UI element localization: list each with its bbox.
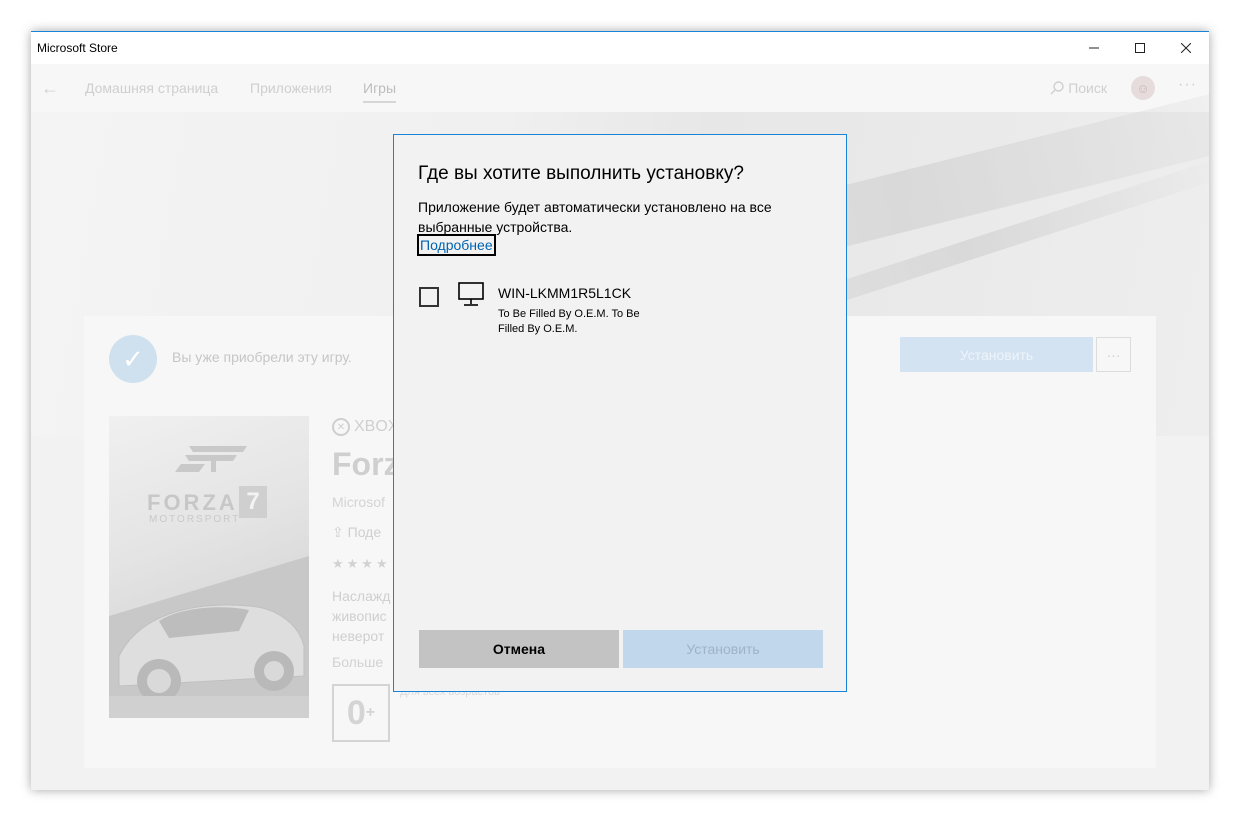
title-bar: Microsoft Store	[31, 32, 1209, 64]
cover-number: 7	[239, 486, 267, 518]
dialog-title: Где вы хотите выполнить установку?	[418, 163, 744, 184]
close-button[interactable]	[1163, 32, 1209, 64]
car-illustration-icon	[109, 556, 309, 718]
install-button[interactable]: Установить	[623, 630, 823, 668]
learn-more-link[interactable]: Подробнее	[417, 234, 496, 256]
description-line: живопис	[332, 608, 387, 624]
product-description: Наслажд живопис неверот	[332, 586, 390, 646]
tab-games[interactable]: Игры	[363, 80, 397, 103]
tab-home[interactable]: Домашняя страница	[85, 80, 218, 96]
device-name: WIN-LKMM1R5L1CK	[498, 285, 632, 301]
nav-bar: ← Домашняя страница Приложения Игры Поис…	[31, 64, 1209, 112]
xbox-badge: ✕ XBOX	[332, 418, 398, 436]
xbox-icon: ✕	[332, 418, 350, 436]
minimize-icon	[1089, 47, 1099, 49]
share-label: Поде	[347, 524, 382, 540]
description-line: Наслажд	[332, 588, 391, 604]
forza-logo-icon	[175, 446, 247, 472]
more-link[interactable]: Больше	[332, 654, 383, 670]
age-rating-plus: +	[365, 704, 376, 721]
product-cover-image: FORZA 7 MOTORSPORT	[109, 416, 309, 718]
device-checkbox[interactable]	[419, 287, 439, 307]
owned-text: Вы уже приобрели эту игру.	[172, 349, 352, 365]
avatar[interactable]: ☺	[1131, 76, 1155, 100]
cover-forza-text: FORZA	[147, 490, 238, 515]
dialog-description: Приложение будет автоматически установле…	[418, 199, 772, 235]
product-title: Forz	[332, 446, 400, 482]
checkmark-icon: ✓	[109, 335, 157, 383]
more-options-icon[interactable]: ···	[1178, 76, 1197, 94]
cancel-button[interactable]: Отмена	[419, 630, 619, 668]
rating-stars-icon: ★★★★	[332, 556, 391, 571]
desktop-pc-icon	[458, 282, 484, 306]
search-icon	[1050, 81, 1065, 95]
background-install-button[interactable]: Установить	[900, 337, 1093, 372]
minimize-button[interactable]	[1071, 32, 1117, 64]
product-publisher[interactable]: Microsof	[332, 494, 385, 510]
age-rating-badge: 0 +	[332, 684, 390, 742]
back-arrow-icon[interactable]: ←	[41, 78, 59, 99]
xbox-label: XBOX	[354, 418, 399, 435]
search-label: Поиск	[1068, 80, 1107, 96]
close-icon	[1181, 43, 1191, 53]
maximize-icon	[1135, 43, 1145, 53]
share-icon: ⇪	[332, 524, 344, 540]
background-more-button[interactable]: ···	[1096, 337, 1131, 372]
search-button[interactable]: Поиск	[1050, 80, 1107, 96]
share-button[interactable]: ⇪ Поде	[332, 524, 381, 541]
maximize-button[interactable]	[1117, 32, 1163, 64]
window-title: Microsoft Store	[37, 41, 118, 55]
description-line: неверот	[332, 628, 385, 644]
age-rating-value: 0	[346, 693, 366, 732]
cover-motorsport-text: MOTORSPORT	[149, 514, 241, 525]
device-subtitle: To Be Filled By O.E.M. To Be Filled By O…	[498, 308, 640, 335]
tab-apps[interactable]: Приложения	[250, 80, 332, 96]
install-location-dialog: Где вы хотите выполнить установку? Прило…	[393, 134, 847, 692]
